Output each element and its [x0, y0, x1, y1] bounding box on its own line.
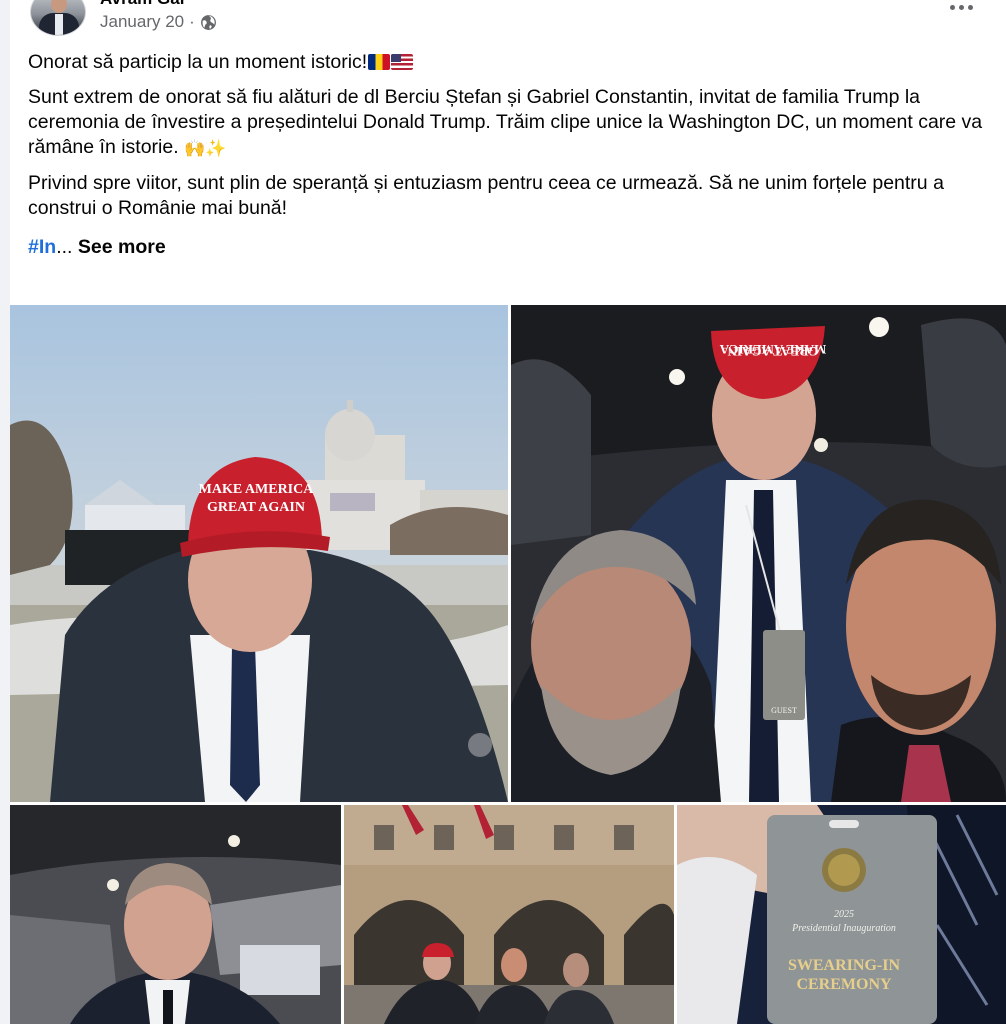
hat-text-2: GREAT AGAIN	[207, 500, 305, 515]
photo-credential-badge[interactable]: 2025 Presidential Inauguration SWEARING-…	[677, 805, 1006, 1024]
photo-bus-portrait-drawing	[10, 805, 341, 1024]
photo-building-group[interactable]	[344, 805, 674, 1024]
paragraph-2: Sunt extrem de onorat să fiu alături de …	[28, 85, 988, 161]
romania-flag-icon	[368, 54, 391, 70]
hat-text-mirror-2: GREAT AGAIN	[727, 344, 819, 359]
hat-text-1: MAKE AMERICA	[199, 482, 315, 497]
photo-capitol-selfie[interactable]: MAKE AMERICA GREAT AGAIN	[10, 305, 508, 802]
globe-icon[interactable]	[200, 14, 217, 31]
post-card: Avram Gal January 20 · Onorat să partici…	[10, 0, 1006, 1024]
hashtag-link[interactable]: #In	[28, 236, 56, 258]
badge-line-2: CEREMONY	[796, 976, 892, 993]
post-date[interactable]: January 20	[100, 12, 184, 32]
more-options-icon[interactable]	[946, 0, 976, 14]
photo-badge-drawing: 2025 Presidential Inauguration SWEARING-…	[677, 805, 1006, 1024]
photo-capitol-drawing: MAKE AMERICA GREAT AGAIN	[10, 305, 508, 802]
author-name[interactable]: Avram Gal	[100, 0, 184, 9]
bus-badge-guest: GUEST	[771, 706, 797, 715]
post-meta: January 20 ·	[100, 11, 217, 33]
author-avatar[interactable]	[30, 0, 86, 36]
photo-building-drawing	[344, 805, 674, 1024]
paragraph-2-text: Sunt extrem de onorat să fiu alături de …	[28, 86, 983, 158]
photo-bus-portrait[interactable]	[10, 805, 341, 1024]
photo-bus-drawing: MAKE AMERICA GREAT AGAIN GUEST	[511, 305, 1006, 802]
ellipsis: ...	[56, 236, 73, 258]
avatar-head	[51, 0, 67, 13]
paragraph-1: Onorat să particip la un moment istoric!	[28, 50, 988, 75]
paragraph-3-text: Privind spre viitor, sunt plin de speran…	[28, 172, 944, 219]
meta-separator: ·	[189, 12, 195, 31]
avatar-shirt	[55, 14, 63, 35]
usa-flag-icon	[391, 54, 414, 70]
paragraph-3: Privind spre viitor, sunt plin de speran…	[28, 171, 988, 221]
photo-bus-selfie[interactable]: MAKE AMERICA GREAT AGAIN GUEST	[511, 305, 1006, 802]
post-text: Onorat să particip la un moment istoric!…	[28, 50, 988, 270]
raised-hands-sparkles-icon: 🙌✨	[184, 139, 227, 158]
paragraph-1-text: Onorat să particip la un moment istoric!	[28, 51, 368, 73]
badge-subtitle: Presidential Inauguration	[791, 923, 896, 934]
badge-year: 2025	[834, 909, 854, 920]
post-header: Avram Gal January 20 ·	[10, 0, 1006, 44]
badge-line-1: SWEARING-IN	[788, 957, 900, 974]
see-more-button[interactable]: See more	[78, 236, 166, 258]
see-more-line: #In... See more	[28, 235, 988, 260]
